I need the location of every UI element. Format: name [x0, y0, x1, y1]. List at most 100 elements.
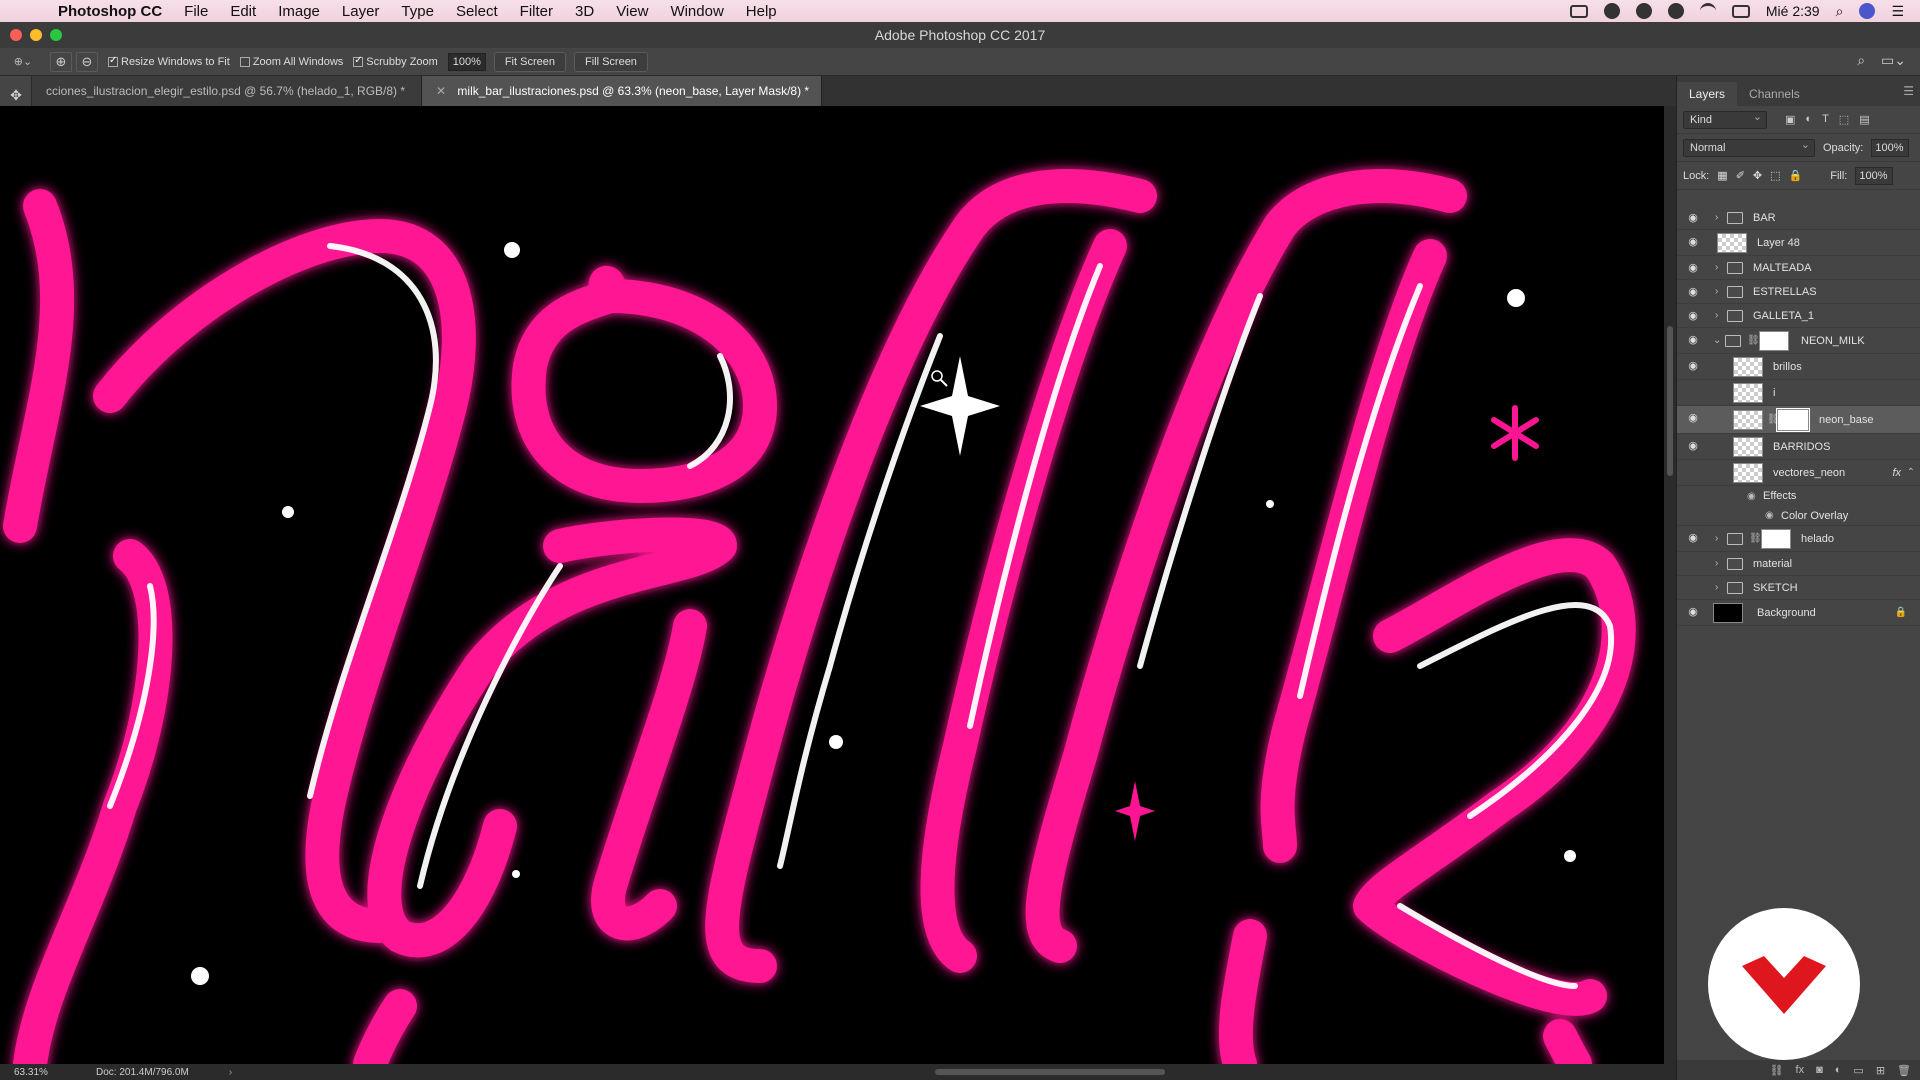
- move-tool-icon[interactable]: ✥: [0, 82, 32, 108]
- eye-icon[interactable]: ◉: [1685, 309, 1701, 323]
- layer-row[interactable]: ◉ vectores_neon fx ⌃: [1677, 460, 1920, 486]
- chevron-up-icon[interactable]: ⌃: [1907, 467, 1915, 478]
- blend-mode-select[interactable]: Normal: [1683, 137, 1815, 157]
- chevron-right-icon[interactable]: ›: [1715, 582, 1718, 593]
- lock-position-icon[interactable]: ✥: [1753, 169, 1762, 182]
- menubar-clock[interactable]: Mié 2:39: [1766, 3, 1820, 19]
- add-mask-icon[interactable]: ◙: [1816, 1064, 1823, 1076]
- zoom-all-option[interactable]: Zoom All Windows: [239, 56, 343, 68]
- wifi-icon[interactable]: [1699, 3, 1716, 19]
- effect-eye-icon[interactable]: ◉: [1765, 510, 1774, 521]
- status-zoom[interactable]: 63.31%: [0, 1067, 60, 1078]
- eye-hidden-icon[interactable]: ◉: [1685, 385, 1701, 399]
- menu-layer[interactable]: Layer: [342, 3, 380, 20]
- new-group-icon[interactable]: ▭: [1853, 1064, 1863, 1077]
- chevron-right-icon[interactable]: ›: [1715, 533, 1718, 544]
- creative-cloud-icon[interactable]: [1635, 3, 1652, 19]
- zoom-all-checkbox[interactable]: [239, 56, 250, 67]
- zoom-in-button[interactable]: ⊕: [50, 51, 72, 72]
- status-menu-arrow-icon[interactable]: ›: [229, 1067, 232, 1078]
- eye-icon[interactable]: ◉: [1685, 605, 1701, 619]
- eye-icon[interactable]: ◉: [1685, 261, 1701, 275]
- mask-thumbnail[interactable]: [1776, 408, 1810, 432]
- layer-row[interactable]: ◉ › SKETCH: [1677, 576, 1920, 600]
- tab-elegir-estilo[interactable]: cciones_ilustracion_elegir_estilo.psd @ …: [32, 76, 422, 106]
- eye-hidden-icon[interactable]: ◉: [1685, 581, 1701, 595]
- tab-channels[interactable]: Channels: [1737, 82, 1812, 106]
- menu-3d[interactable]: 3D: [575, 3, 594, 20]
- chevron-right-icon[interactable]: ›: [1715, 212, 1718, 223]
- resize-windows-option[interactable]: Resize Windows to Fit: [108, 55, 230, 68]
- bluetooth-icon[interactable]: [1667, 3, 1684, 19]
- eye-icon[interactable]: ◉: [1685, 235, 1701, 249]
- eye-hidden-icon[interactable]: ◉: [1685, 465, 1701, 479]
- status-doc-size[interactable]: Doc: 201.4M/796.0M: [96, 1067, 189, 1078]
- window-maximize-button[interactable]: [50, 29, 62, 41]
- layer-thumbnail[interactable]: [1733, 410, 1763, 430]
- tab-milk-bar[interactable]: ✕ milk_bar_ilustraciones.psd @ 63.3% (ne…: [422, 76, 822, 106]
- menu-image[interactable]: Image: [278, 3, 320, 20]
- mask-thumbnail[interactable]: [1759, 331, 1789, 351]
- chevron-right-icon[interactable]: ›: [1715, 558, 1718, 569]
- eye-icon[interactable]: ◉: [1685, 411, 1701, 425]
- screen-record-icon[interactable]: [1569, 4, 1588, 18]
- add-style-icon[interactable]: fx: [1796, 1064, 1805, 1076]
- siri-icon[interactable]: [1859, 3, 1876, 19]
- lock-transparent-icon[interactable]: ▦: [1717, 169, 1727, 182]
- menu-filter[interactable]: Filter: [520, 3, 553, 20]
- fill-screen-button[interactable]: Fill Screen: [573, 51, 648, 72]
- menu-app-name[interactable]: Photoshop CC: [58, 3, 162, 20]
- panel-menu-icon[interactable]: ☰: [1903, 84, 1914, 98]
- eye-icon[interactable]: ◉: [1685, 531, 1701, 545]
- layer-row[interactable]: ◉ › GALLETA_1: [1677, 304, 1920, 328]
- filter-adjustment-icon[interactable]: ◐: [1805, 113, 1812, 126]
- filter-kind-select[interactable]: Kind: [1683, 109, 1767, 129]
- new-adjustment-icon[interactable]: ◐: [1835, 1064, 1842, 1076]
- menu-select[interactable]: Select: [456, 3, 498, 20]
- layer-row[interactable]: ◉ › MALTEADA: [1677, 256, 1920, 280]
- eye-icon[interactable]: ◉: [1685, 359, 1701, 373]
- eye-hidden-icon[interactable]: ◉: [1685, 557, 1701, 571]
- filter-smart-object-icon[interactable]: ▤: [1859, 113, 1869, 126]
- menu-file[interactable]: File: [184, 3, 208, 20]
- menu-window[interactable]: Window: [670, 3, 723, 20]
- menu-type[interactable]: Type: [401, 3, 434, 20]
- document-canvas[interactable]: [0, 106, 1664, 1064]
- eye-icon[interactable]: ◉: [1685, 211, 1701, 225]
- zoom-percent-button[interactable]: 100%: [447, 52, 486, 71]
- filter-shape-icon[interactable]: ⬚: [1839, 113, 1849, 126]
- window-close-button[interactable]: [10, 29, 22, 41]
- layer-row[interactable]: ◉ ⌄ ⛓ NEON_MILK: [1677, 328, 1920, 354]
- fill-input[interactable]: 100%: [1855, 166, 1894, 185]
- tab-layers[interactable]: Layers: [1677, 82, 1738, 106]
- workspace-icon[interactable]: ▭⌄: [1881, 52, 1906, 69]
- eye-icon[interactable]: ◉: [1685, 439, 1701, 453]
- menu-help[interactable]: Help: [746, 3, 777, 20]
- fit-screen-button[interactable]: Fit Screen: [493, 51, 566, 72]
- layer-row[interactable]: ◉ › ⛓ helado: [1677, 526, 1920, 552]
- filter-type-icon[interactable]: T: [1822, 113, 1829, 126]
- layer-row[interactable]: ◉ › BAR: [1677, 206, 1920, 230]
- delete-layer-icon[interactable]: 🗑: [1897, 1064, 1911, 1077]
- scrubby-zoom-option[interactable]: Scrubby Zoom: [353, 55, 438, 68]
- effects-row[interactable]: ◉ Effects: [1677, 486, 1920, 506]
- notification-center-icon[interactable]: ☰: [1891, 3, 1904, 20]
- layer-row[interactable]: ◉ › ESTRELLAS: [1677, 280, 1920, 304]
- link-layers-icon[interactable]: ⛓: [1770, 1064, 1784, 1077]
- filter-pixel-icon[interactable]: ▣: [1785, 113, 1795, 126]
- chevron-right-icon[interactable]: ›: [1715, 286, 1718, 297]
- search-icon[interactable]: ⌕: [1857, 52, 1865, 69]
- lock-all-icon[interactable]: 🔒: [1789, 169, 1803, 182]
- close-tab-icon[interactable]: ✕: [436, 84, 446, 98]
- new-layer-icon[interactable]: ⊞: [1876, 1064, 1885, 1077]
- horizontal-scroll-thumb[interactable]: [935, 1069, 1165, 1075]
- chevron-right-icon[interactable]: ›: [1715, 262, 1718, 273]
- vertical-scroll-thumb[interactable]: [1667, 326, 1673, 476]
- layer-row[interactable]: ◉ › material: [1677, 552, 1920, 576]
- scrubby-zoom-checkbox[interactable]: [353, 55, 364, 67]
- opacity-input[interactable]: 100%: [1871, 138, 1910, 157]
- layer-row-selected[interactable]: ◉ ⛓ neon_base: [1677, 406, 1920, 434]
- zoom-out-button[interactable]: ⊖: [76, 51, 98, 72]
- fx-icon[interactable]: fx: [1892, 467, 1901, 479]
- eye-icon[interactable]: ◉: [1685, 333, 1701, 347]
